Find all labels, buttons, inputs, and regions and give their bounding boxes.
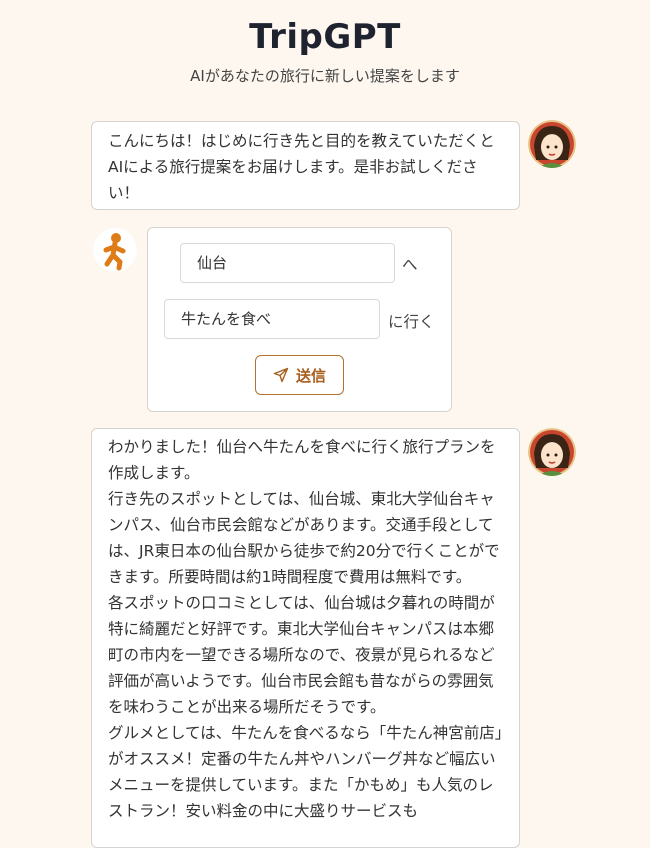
response-paragraph: 各スポットの口コミとしては、仙台城は夕暮れの時間が特に綺麗だと好評です。東北大学… <box>108 594 495 716</box>
response-paragraph: わかりました！仙台へ牛たんを食べに行く旅行プランを作成します。 <box>108 438 496 482</box>
response-paragraph: 行き先のスポットとしては、仙台城、東北大学仙台キャンパス、仙台市民会館などがあり… <box>108 490 500 586</box>
ai-response-bubble: わかりました！仙台へ牛たんを食べに行く旅行プランを作成します。 行き先のスポット… <box>91 428 520 848</box>
ai-greeting-text: こんにちは！はじめに行き先と目的を教えていただくとAIによる旅行提案をお届けしま… <box>108 132 495 202</box>
purpose-suffix: に行く <box>388 313 435 331</box>
destination-suffix: へ <box>402 256 418 274</box>
send-button-label: 送信 <box>295 367 326 385</box>
ai-avatar-icon <box>528 428 576 476</box>
send-button[interactable]: 送信 <box>255 355 344 395</box>
running-person-icon <box>93 228 137 272</box>
purpose-input[interactable]: 牛たんを食べ <box>164 299 380 339</box>
app-title: TripGPT <box>249 17 401 57</box>
app-subtitle: AIがあなたの旅行に新しい提案をします <box>190 67 460 85</box>
ai-avatar-icon <box>528 120 576 168</box>
app-header: TripGPT AIがあなたの旅行に新しい提案をします <box>0 0 650 86</box>
paper-plane-icon <box>273 367 289 383</box>
response-paragraph: グルメとしては、牛たんを食べるなら「牛たん神宮前店」がオススメ！定番の牛たん丼や… <box>108 724 503 820</box>
ai-greeting-bubble: こんにちは！はじめに行き先と目的を教えていただくとAIによる旅行提案をお届けしま… <box>91 121 520 210</box>
destination-input[interactable]: 仙台 <box>180 243 395 283</box>
trip-form-card: 仙台 へ 牛たんを食べ に行く 送信 <box>147 227 452 412</box>
